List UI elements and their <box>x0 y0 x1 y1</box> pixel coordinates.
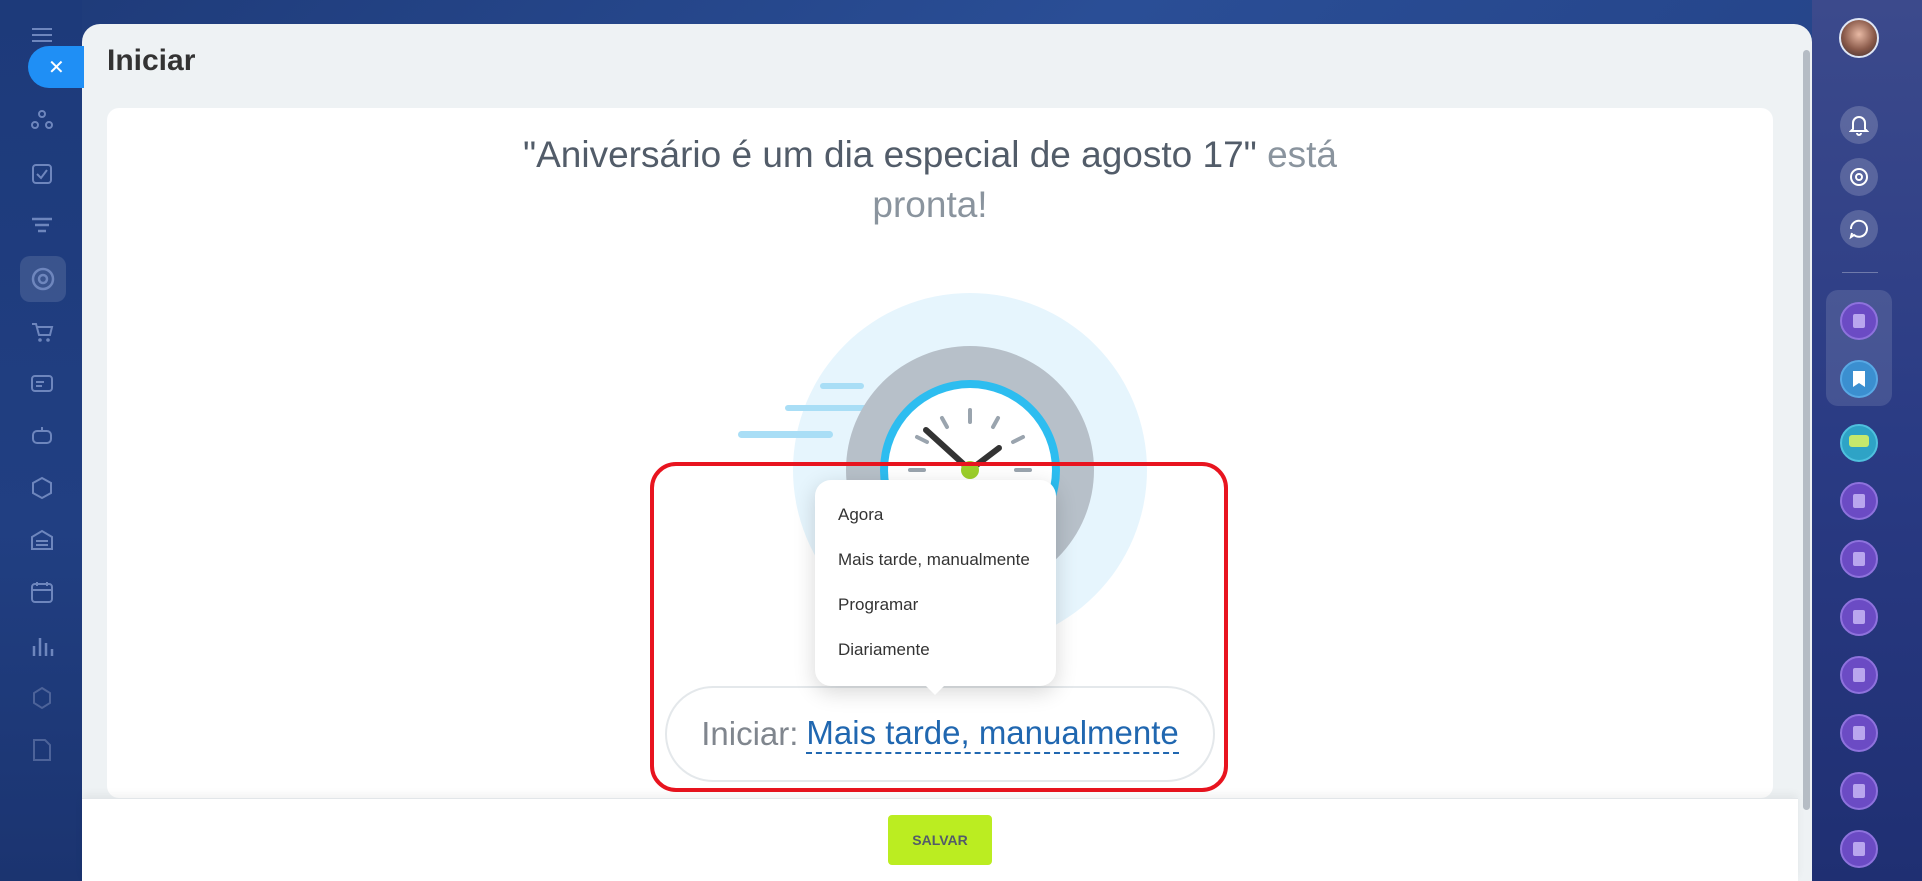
scrollbar[interactable] <box>1803 50 1810 810</box>
option-later-manually[interactable]: Mais tarde, manualmente <box>815 537 1056 582</box>
start-selector: Iniciar: Mais tarde, manualmente <box>665 686 1215 782</box>
contact-icon[interactable] <box>1840 714 1878 752</box>
left-sidebar <box>0 0 82 881</box>
option-now[interactable]: Agora <box>815 492 1056 537</box>
analytics-icon[interactable] <box>28 632 56 660</box>
contact-icon[interactable] <box>1840 598 1878 636</box>
box-icon[interactable] <box>28 474 56 502</box>
contact-icon[interactable] <box>1840 482 1878 520</box>
contact-icon[interactable] <box>1840 302 1878 340</box>
calendar-icon[interactable] <box>28 578 56 606</box>
save-button[interactable]: SALVAR <box>888 815 992 865</box>
contact-icon[interactable] <box>1840 830 1878 868</box>
start-mode-link[interactable]: Mais tarde, manualmente <box>806 714 1179 754</box>
option-schedule[interactable]: Programar <box>815 582 1056 627</box>
option-daily[interactable]: Diariamente <box>815 627 1056 672</box>
start-label: Iniciar: <box>701 715 799 752</box>
avatar[interactable] <box>1839 18 1879 58</box>
tasks-icon[interactable] <box>28 160 56 188</box>
robot-icon[interactable] <box>28 422 56 450</box>
marketing-icon[interactable] <box>20 256 66 302</box>
ready-headline: "Aniversário é um dia especial de agosto… <box>500 130 1360 230</box>
page-title: Iniciar <box>107 44 196 77</box>
menu-icon[interactable] <box>32 28 52 42</box>
settings-icon[interactable] <box>28 684 56 712</box>
automation-name: "Aniversário é um dia especial de agosto… <box>522 134 1257 175</box>
bookmark-icon[interactable] <box>1840 360 1878 398</box>
bell-icon[interactable] <box>1840 106 1878 144</box>
close-icon: ✕ <box>48 56 65 79</box>
contact-center-icon[interactable] <box>28 370 56 398</box>
funnel-icon[interactable] <box>28 212 56 240</box>
start-mode-dropdown: Agora Mais tarde, manualmente Programar … <box>815 480 1056 695</box>
crm-icon[interactable] <box>28 106 56 134</box>
warehouse-icon[interactable] <box>28 526 56 554</box>
close-button[interactable]: ✕ <box>28 46 84 88</box>
chat-sync-icon[interactable] <box>1840 210 1878 248</box>
contact-icon[interactable] <box>1840 772 1878 810</box>
chat-icon[interactable] <box>1840 424 1878 462</box>
cart-icon[interactable] <box>28 318 56 346</box>
right-sidebar-divider <box>1842 272 1878 273</box>
target-icon[interactable] <box>1840 158 1878 196</box>
document-icon[interactable] <box>28 736 56 764</box>
contact-icon[interactable] <box>1840 656 1878 694</box>
contact-icon[interactable] <box>1840 540 1878 578</box>
